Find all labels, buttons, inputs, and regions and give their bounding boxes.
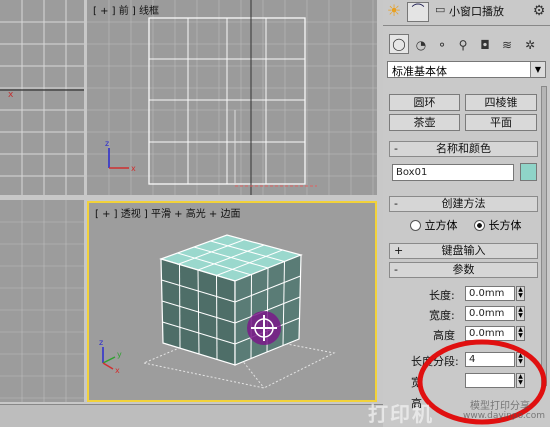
perspective-viewport-label[interactable]: [ + ] 透视 ] 平滑 + 高光 + 边面 xyxy=(95,205,240,220)
torus-button[interactable]: 圆环 xyxy=(389,94,460,111)
axis-z-label-persp: z xyxy=(99,338,103,347)
rollout-parameters-title: 参数 xyxy=(452,263,475,276)
length-field[interactable]: 0.0mm xyxy=(465,286,515,301)
geometry-icon[interactable]: ◯ xyxy=(389,34,409,54)
rollout-parameters[interactable]: - 参数 xyxy=(389,262,538,278)
teapot-button[interactable]: 茶壶 xyxy=(389,114,460,131)
length-label: 长度: xyxy=(429,289,455,302)
watermark-text: 模型打印分享 xyxy=(470,401,530,412)
pyramid-button[interactable]: 四棱锥 xyxy=(465,94,537,111)
object-name-input[interactable]: Box01 xyxy=(392,164,514,181)
panel-divider xyxy=(383,25,550,26)
rollout-name-color-title: 名称和颜色 xyxy=(436,142,491,155)
watermark: 打印机 模型打印分享 www.dayinpo.com xyxy=(360,394,550,426)
radio-box[interactable]: 长方体 xyxy=(474,217,522,233)
small-window-label: 小窗口播放 xyxy=(449,5,504,18)
object-color-swatch[interactable] xyxy=(520,163,537,181)
radio-cube-dot xyxy=(410,219,421,231)
timeline-strip xyxy=(0,404,383,427)
watermark-brand: 打印机 xyxy=(368,402,434,426)
rollout-creation-method-title: 创建方法 xyxy=(441,197,486,210)
spacewarps-icon[interactable]: ≋ xyxy=(498,36,516,54)
plane-button[interactable]: 平面 xyxy=(465,114,537,131)
front-viewport-label[interactable]: [ + ] 前 ] 线框 xyxy=(93,2,159,17)
viewport-top[interactable]: x xyxy=(0,0,84,195)
systems-icon[interactable]: ✲ xyxy=(521,36,539,54)
radio-box-dot xyxy=(474,219,485,231)
axis-z-label-front: z xyxy=(105,139,109,148)
category-dropdown-value: 标准基本体 xyxy=(392,65,447,78)
radio-cube-label: 立方体 xyxy=(424,219,458,232)
viewport-left[interactable] xyxy=(0,200,84,402)
gear-icon[interactable]: ⚙ xyxy=(530,2,548,20)
viewport-perspective[interactable]: z y x [ + ] 透视 ] 平滑 + 高光 + 边面 xyxy=(87,201,377,402)
helpers-icon[interactable]: ◘ xyxy=(476,36,494,54)
create-tab-icon[interactable]: ⌒ xyxy=(407,2,429,22)
cameras-icon[interactable]: ⚲ xyxy=(454,36,472,54)
viewport-front[interactable]: z x [ + ] 前 ] 线框 xyxy=(87,0,377,195)
width-label: 宽度: xyxy=(429,309,455,322)
rollout-creation-method[interactable]: - 创建方法 xyxy=(389,196,538,212)
watermark-url: www.dayinpo.com xyxy=(463,411,546,421)
width-field[interactable]: 0.0mm xyxy=(465,306,515,321)
axis-x-label-front: x xyxy=(131,164,136,173)
width-spinner[interactable]: ▲ ▼ xyxy=(516,306,525,321)
small-window-play-button[interactable]: ▭ 小窗口播放 xyxy=(435,1,535,21)
sun-icon[interactable]: ☀ xyxy=(385,2,403,20)
axis-y-label-persp: y xyxy=(117,350,122,359)
axis-x-label-persp: x xyxy=(115,366,120,375)
play-icon: ▭ xyxy=(435,3,446,16)
radio-box-label: 长方体 xyxy=(488,219,522,232)
rollout-keyboard-entry-title: 键盘输入 xyxy=(441,244,486,257)
length-spinner[interactable]: ▲ ▼ xyxy=(516,286,525,301)
rollout-name-color[interactable]: - 名称和颜色 xyxy=(389,141,538,157)
rollout-keyboard-entry[interactable]: + 键盘输入 xyxy=(389,243,538,259)
axis-x-label: x xyxy=(8,90,14,100)
category-dropdown[interactable]: 标准基本体 ▼ xyxy=(387,61,546,78)
shapes-icon[interactable]: ◔ xyxy=(412,36,430,54)
lights-icon[interactable]: ⚬ xyxy=(433,36,451,54)
chevron-down-icon: ▼ xyxy=(530,62,545,77)
radio-cube[interactable]: 立方体 xyxy=(410,217,458,233)
